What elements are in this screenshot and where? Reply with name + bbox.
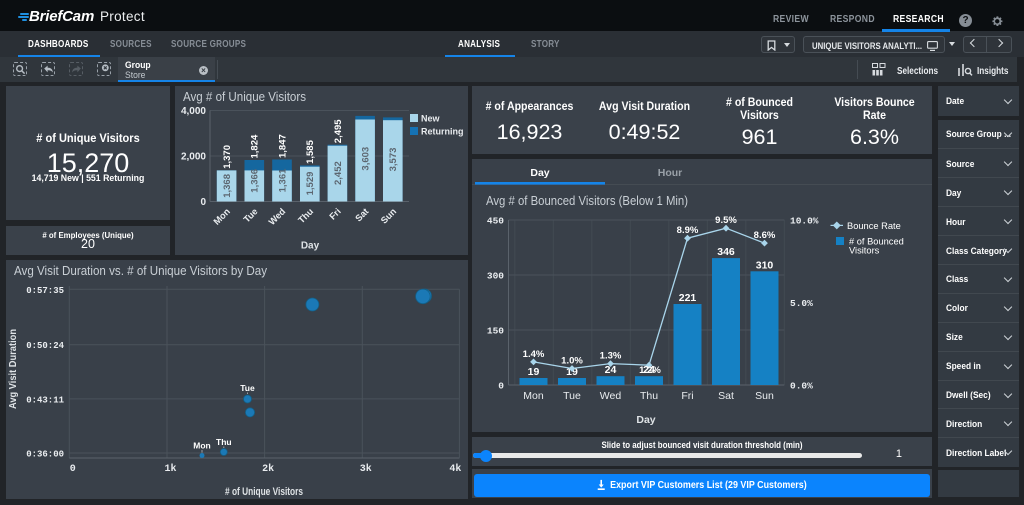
svg-text:Avg Visit Duration vs. # of Un: Avg Visit Duration vs. # of Unique Visit… [14,263,267,278]
svg-text:Hour: Hour [658,167,683,179]
svg-text:3,573: 3,573 [388,148,399,172]
svg-text:Mon: Mon [193,441,210,451]
svg-text:2k: 2k [262,463,274,475]
svg-text:8.6%: 8.6% [754,230,776,241]
svg-text:Day: Day [636,414,655,426]
svg-text:1.3%: 1.3% [600,351,622,362]
svg-text:9.5%: 9.5% [715,215,737,226]
svg-text:Bounce Rate: Bounce Rate [847,221,901,231]
svg-text:3,603: 3,603 [360,147,371,171]
svg-text:0: 0 [200,197,206,208]
svg-text:1.4%: 1.4% [523,349,545,360]
svg-text:Avg Visit Duration: Avg Visit Duration [7,329,19,409]
svg-text:Avg # of Unique Visitors: Avg # of Unique Visitors [183,89,306,104]
svg-text:5.0%: 5.0% [790,298,813,309]
svg-text:2,000: 2,000 [181,152,206,163]
svg-text:221: 221 [679,292,697,304]
svg-text:0:50:24: 0:50:24 [26,341,64,351]
svg-text:150: 150 [487,326,504,337]
svg-text:450: 450 [487,216,504,227]
svg-text:4k: 4k [449,463,461,475]
svg-text:0:57:35: 0:57:35 [26,286,64,296]
svg-text:8.9%: 8.9% [677,225,699,236]
svg-text:Mon: Mon [212,206,233,227]
svg-text:Day: Day [301,241,320,252]
svg-text:Sat: Sat [718,390,734,402]
svg-text:1,368: 1,368 [222,174,233,198]
svg-text:0:43:11: 0:43:11 [26,395,64,405]
svg-text:1.2%: 1.2% [639,365,661,376]
svg-text:Day: Day [530,167,549,179]
svg-text:19: 19 [528,366,540,378]
svg-text:Returning: Returning [421,127,464,137]
svg-text:Wed: Wed [267,206,288,227]
svg-text:Fri: Fri [327,206,342,221]
svg-text:1,361: 1,361 [277,168,288,192]
svg-text:Tue: Tue [563,390,581,402]
svg-text:1,370: 1,370 [222,145,233,169]
svg-text:Visitors: Visitors [849,246,880,256]
svg-text:346: 346 [717,246,735,258]
svg-text:0: 0 [498,381,504,392]
svg-text:1,824: 1,824 [250,134,261,158]
svg-text:Mon: Mon [523,390,544,402]
svg-text:Fri: Fri [681,390,693,402]
svg-text:# of Unique Visitors: # of Unique Visitors [225,486,303,498]
svg-text:3k: 3k [360,463,372,475]
svg-text:Thu: Thu [640,390,658,402]
svg-text:310: 310 [756,259,774,271]
svg-text:New: New [421,114,441,124]
svg-text:0: 0 [70,464,76,475]
svg-text:10.0%: 10.0% [790,216,819,227]
svg-text:Avg # of Bounced Visitors (Bel: Avg # of Bounced Visitors (Below 1 Min) [486,193,688,208]
svg-text:0:36:00: 0:36:00 [26,450,64,460]
svg-text:Sat: Sat [353,206,370,223]
svg-text:Sun: Sun [755,390,774,402]
svg-text:1,529: 1,529 [305,172,316,196]
svg-text:1,847: 1,847 [277,134,288,158]
svg-text:2,452: 2,452 [333,161,344,185]
svg-text:Thu: Thu [216,437,232,447]
svg-text:Wed: Wed [600,390,622,402]
svg-text:1,585: 1,585 [305,139,316,163]
svg-text:Sun: Sun [379,206,399,226]
svg-text:2,495: 2,495 [333,119,344,143]
svg-text:300: 300 [487,271,504,282]
svg-text:Thu: Thu [296,206,315,225]
svg-text:Tue: Tue [240,383,255,393]
svg-text:1k: 1k [164,463,176,475]
svg-text:0.0%: 0.0% [790,381,813,392]
svg-text:4,000: 4,000 [181,106,206,117]
svg-text:Tue: Tue [242,206,260,224]
svg-text:1.0%: 1.0% [561,356,583,367]
svg-text:1,366: 1,366 [250,169,261,193]
